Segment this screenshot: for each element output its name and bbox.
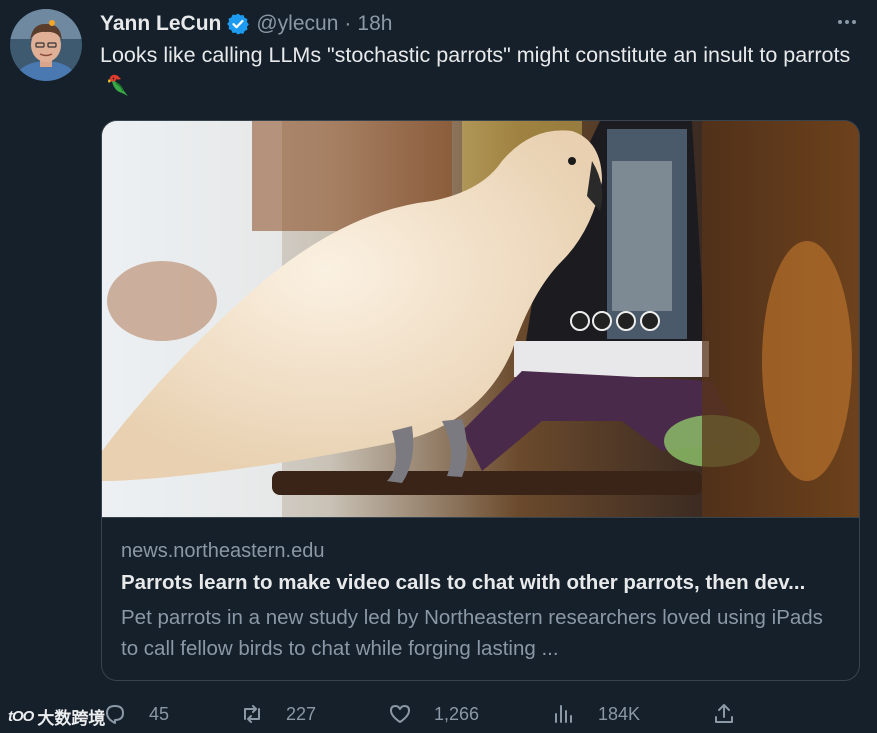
share-button[interactable] [712, 696, 736, 732]
action-bar: 45 227 1,266 184K [0, 696, 877, 732]
reply-button[interactable]: 45 [103, 696, 169, 732]
tweet-header: Yann LeCun @ylecun · 18h [100, 10, 392, 38]
watermark: tOO 大数跨境 [8, 703, 105, 729]
retweet-icon [244, 705, 260, 723]
tweet-body: Looks like calling LLMs "stochastic parr… [100, 43, 851, 67]
separator-dot: · [344, 12, 352, 35]
card-description: Pet parrots in a new study led by Northe… [121, 606, 823, 660]
watermark-logo: tOO [8, 707, 34, 725]
author-handle[interactable]: @ylecun [256, 12, 338, 36]
watermark-text: 大数跨境 [37, 708, 106, 728]
author-name[interactable]: Yann LeCun [100, 12, 221, 36]
more-icon [838, 20, 856, 24]
link-card[interactable]: news.northeastern.edu Parrots learn to m… [101, 120, 860, 681]
card-title: Parrots learn to make video calls to cha… [121, 571, 806, 594]
tweet-time[interactable]: 18h [357, 12, 392, 36]
like-icon [390, 705, 410, 723]
views-icon [555, 705, 572, 723]
share-icon [715, 704, 733, 723]
parrot-emoji-icon [108, 74, 128, 96]
avatar[interactable] [10, 9, 82, 81]
retweet-button[interactable]: 227 [240, 696, 316, 732]
article-image [102, 121, 859, 517]
retweet-count: 227 [286, 703, 317, 724]
card-text: news.northeastern.edu Parrots learn to m… [102, 517, 859, 680]
verified-icon [227, 13, 250, 35]
tweet-text: Looks like calling LLMs "stochastic parr… [100, 40, 860, 102]
avatar-photo [10, 9, 82, 81]
like-count: 1,266 [434, 703, 480, 724]
reply-count: 45 [149, 703, 170, 724]
more-button[interactable] [832, 10, 862, 34]
card-domain: news.northeastern.edu [121, 540, 325, 562]
views-count: 184K [598, 703, 641, 724]
reply-icon [106, 705, 124, 724]
like-button[interactable]: 1,266 [388, 696, 479, 732]
views-button[interactable]: 184K [552, 696, 640, 732]
